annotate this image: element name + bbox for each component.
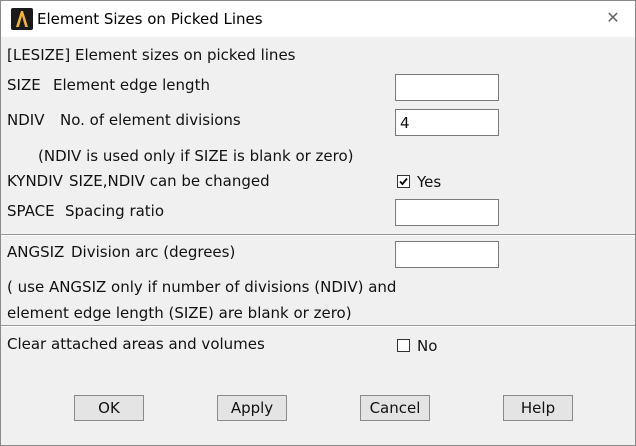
ndiv-label: No. of element divisions — [60, 111, 241, 129]
clear-state: No — [417, 337, 438, 355]
help-button[interactable]: Help — [503, 395, 573, 421]
apply-button[interactable]: Apply — [217, 395, 287, 421]
kyndiv-state: Yes — [417, 173, 442, 191]
angsiz-input[interactable] — [395, 241, 499, 268]
kyndiv-label: SIZE,NDIV can be changed — [69, 172, 270, 190]
clear-label: Clear attached areas and volumes — [7, 335, 265, 353]
clear-checkbox[interactable] — [397, 339, 410, 352]
window-title: Element Sizes on Picked Lines — [37, 10, 263, 28]
angsiz-code: ANGSIZ — [7, 243, 65, 261]
command-header: [LESIZE] Element sizes on picked lines — [7, 46, 296, 64]
separator-2 — [1, 325, 635, 327]
checkmark-icon — [399, 177, 408, 186]
angsiz-label: Division arc (degrees) — [71, 243, 236, 261]
close-icon[interactable]: ✕ — [603, 8, 623, 28]
dialog-window: Element Sizes on Picked Lines ✕ [LESIZE]… — [0, 0, 636, 446]
title-bar: Element Sizes on Picked Lines ✕ — [1, 1, 635, 37]
angsiz-note-line1: ( use ANGSIZ only if number of divisions… — [7, 278, 397, 296]
size-code: SIZE — [7, 76, 41, 94]
ok-button[interactable]: OK — [74, 395, 144, 421]
cancel-button[interactable]: Cancel — [360, 395, 430, 421]
angsiz-note-line2: element edge length (SIZE) are blank or … — [7, 304, 352, 322]
ndiv-note: (NDIV is used only if SIZE is blank or z… — [38, 147, 354, 165]
space-input[interactable] — [395, 199, 499, 226]
kyndiv-code: KYNDIV — [7, 172, 63, 190]
size-label: Element edge length — [53, 76, 210, 94]
separator-1 — [1, 234, 635, 236]
size-input[interactable] — [395, 74, 499, 101]
ansys-logo-icon — [11, 8, 33, 30]
kyndiv-checkbox[interactable] — [397, 175, 410, 188]
ndiv-input[interactable] — [395, 109, 499, 136]
space-code: SPACE — [7, 202, 55, 220]
ndiv-code: NDIV — [7, 111, 45, 129]
space-label: Spacing ratio — [65, 202, 165, 220]
